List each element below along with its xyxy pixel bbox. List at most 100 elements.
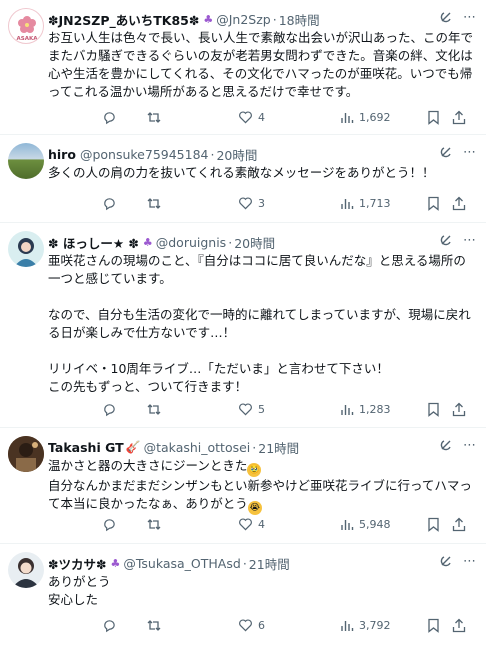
more-icon[interactable]: ⋯ xyxy=(463,145,476,160)
display-name[interactable]: ✽ ほっしー★ ✽ xyxy=(48,233,139,252)
bookmark-button[interactable] xyxy=(427,110,440,125)
views-icon xyxy=(340,517,354,531)
handle[interactable]: @Tsukasa_OTHAsd xyxy=(123,556,240,571)
org-badge-icon: ♣ xyxy=(142,235,153,249)
view-count: 3,792 xyxy=(359,618,391,632)
teary-face-emoji-icon: 🥹 xyxy=(247,463,262,477)
share-button[interactable] xyxy=(452,110,466,125)
reply-button[interactable] xyxy=(102,618,122,633)
share-button[interactable] xyxy=(452,402,466,417)
share-button[interactable] xyxy=(452,618,466,633)
timestamp[interactable]: 21時間 xyxy=(249,554,290,573)
guitar-icon: 🎸 xyxy=(125,440,141,454)
avatar[interactable]: ASAKA xyxy=(8,8,44,44)
retweet-button[interactable] xyxy=(146,196,167,211)
share-icon xyxy=(452,402,466,417)
like-button[interactable]: 5 xyxy=(238,402,265,416)
crying-face-emoji-icon: 😭 xyxy=(247,501,262,515)
view-count: 1,713 xyxy=(359,196,391,210)
display-name[interactable]: ✽ツカサ✽ xyxy=(48,554,106,573)
reply-button[interactable] xyxy=(102,402,122,417)
avatar-logo-text: ASAKA xyxy=(17,36,39,42)
like-button[interactable]: 6 xyxy=(238,618,265,632)
bookmark-button[interactable] xyxy=(427,196,440,211)
like-count: 5 xyxy=(258,402,265,416)
more-icon[interactable]: ⋯ xyxy=(463,10,476,25)
like-icon xyxy=(238,618,253,632)
reply-icon xyxy=(102,517,117,532)
reply-icon xyxy=(102,196,117,211)
reply-button[interactable] xyxy=(102,110,122,125)
share-button[interactable] xyxy=(452,517,466,532)
org-badge-icon: ♣ xyxy=(203,12,214,26)
like-icon xyxy=(238,402,253,416)
like-icon xyxy=(238,110,253,124)
views-button[interactable]: 1,283 xyxy=(340,402,391,416)
bookmark-icon xyxy=(427,402,440,417)
more-icon[interactable]: ⋯ xyxy=(463,438,476,453)
display-name[interactable]: ✽JN2SZP_あいちTK85✽ xyxy=(48,10,199,29)
bookmark-icon xyxy=(427,618,440,633)
bookmark-button[interactable] xyxy=(427,517,440,532)
display-name[interactable]: Takashi GT xyxy=(48,440,124,455)
post-text: ありがとう 安心した xyxy=(48,574,111,607)
org-badge-icon: ♣ xyxy=(110,556,121,570)
views-icon xyxy=(340,110,354,124)
reply-icon xyxy=(102,110,117,125)
handle[interactable]: @Jn2Szp xyxy=(216,12,271,27)
reply-post[interactable]: ASAKA ✽JN2SZP_あいちTK85✽ ♣ @Jn2Szp · 18時間 … xyxy=(0,0,486,135)
avatar[interactable] xyxy=(8,143,44,179)
like-button[interactable]: 4 xyxy=(238,110,265,124)
reply-feed: ASAKA ✽JN2SZP_あいちTK85✽ ♣ @Jn2Szp · 18時間 … xyxy=(0,0,486,653)
views-button[interactable]: 1,713 xyxy=(340,196,391,210)
reply-post[interactable]: ✽ツカサ✽ ♣ @Tsukasa_OTHAsd · 21時間 ありがとう 安心し… xyxy=(0,544,486,653)
views-button[interactable]: 5,948 xyxy=(340,517,391,531)
views-button[interactable]: 1,692 xyxy=(340,110,391,124)
more-icon[interactable]: ⋯ xyxy=(463,554,476,569)
share-icon xyxy=(452,618,466,633)
timestamp[interactable]: 20時間 xyxy=(234,233,275,252)
like-button[interactable]: 4 xyxy=(238,517,265,531)
retweet-icon xyxy=(146,517,162,532)
grok-icon[interactable] xyxy=(439,438,453,453)
views-button[interactable]: 3,792 xyxy=(340,618,391,632)
share-button[interactable] xyxy=(452,196,466,211)
views-icon xyxy=(340,196,354,210)
avatar[interactable] xyxy=(8,552,44,588)
timestamp[interactable]: 20時間 xyxy=(216,145,257,164)
bookmark-button[interactable] xyxy=(427,402,440,417)
post-text: 温かさと器の大きさにジーンときた🥹 自分なんかまだまだシンザンもとい新参やけど亜咲… xyxy=(48,457,478,515)
avatar[interactable] xyxy=(8,436,44,472)
retweet-button[interactable] xyxy=(146,517,167,532)
retweet-icon xyxy=(146,618,162,633)
grok-icon[interactable] xyxy=(439,145,453,160)
post-text: 多くの人の肩の力を抜いてくれる素敵なメッセージをありがとう！！ xyxy=(48,165,435,180)
reply-post[interactable]: ✽ ほっしー★ ✽ ♣ @doruignis · 20時間 亜咲花さんの現場のこ… xyxy=(0,223,486,428)
grok-icon[interactable] xyxy=(439,554,453,569)
retweet-icon xyxy=(146,196,162,211)
more-icon[interactable]: ⋯ xyxy=(463,233,476,248)
views-icon xyxy=(340,618,354,632)
grok-icon[interactable] xyxy=(439,10,453,25)
like-button[interactable]: 3 xyxy=(238,196,265,210)
view-count: 5,948 xyxy=(359,517,391,531)
retweet-button[interactable] xyxy=(146,402,167,417)
handle[interactable]: @ponsuke75945184 xyxy=(80,147,209,162)
reply-button[interactable] xyxy=(102,196,122,211)
reply-button[interactable] xyxy=(102,517,122,532)
grok-icon[interactable] xyxy=(439,233,453,248)
reply-post[interactable]: hiro @ponsuke75945184 · 20時間 多くの人の肩の力を抜い… xyxy=(0,135,486,223)
retweet-button[interactable] xyxy=(146,618,167,633)
bookmark-button[interactable] xyxy=(427,618,440,633)
timestamp[interactable]: 18時間 xyxy=(279,10,320,29)
avatar[interactable] xyxy=(8,231,44,267)
reply-icon xyxy=(102,618,117,633)
timestamp[interactable]: 21時間 xyxy=(258,438,299,457)
display-name[interactable]: hiro xyxy=(48,147,76,162)
bookmark-icon xyxy=(427,517,440,532)
retweet-button[interactable] xyxy=(146,110,167,125)
reply-post[interactable]: Takashi GT 🎸 @takashi_ottosei · 21時間 温かさ… xyxy=(0,428,486,544)
handle[interactable]: @takashi_ottosei xyxy=(144,440,251,455)
handle[interactable]: @doruignis xyxy=(156,235,226,250)
like-count: 6 xyxy=(258,618,265,632)
